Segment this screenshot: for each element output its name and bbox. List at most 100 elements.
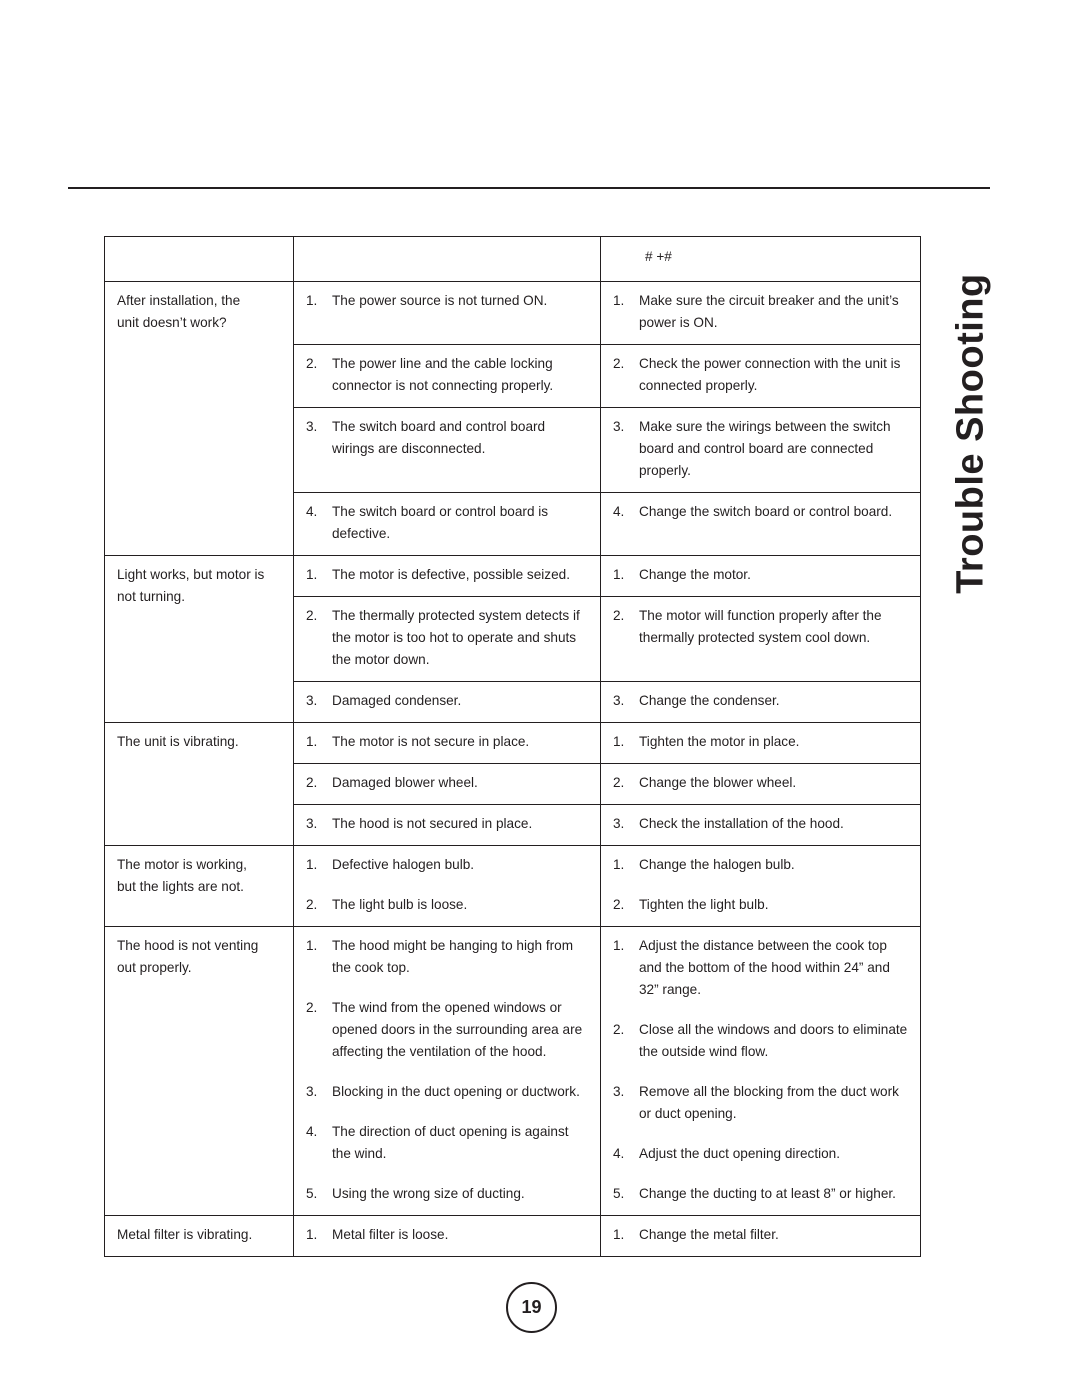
solution-text: Change the metal filter. — [639, 1227, 779, 1243]
page-number-badge: 19 — [506, 1282, 557, 1333]
numbered-item: 3. Change the condenser. — [613, 690, 910, 712]
solution-text: Change the switch board or control board… — [639, 504, 893, 520]
cause-text: The direction of duct opening is against… — [332, 1124, 569, 1162]
solution-text: Tighten the light bulb. — [639, 897, 769, 913]
cause-number: 1. — [306, 1227, 318, 1243]
numbered-item: 1. Metal filter is loose. — [306, 1224, 590, 1246]
solution-cell: 2. Check the power connection with the un… — [600, 344, 921, 409]
numbered-item: 4. Adjust the duct opening direction. — [613, 1143, 910, 1165]
cause-number: 1. — [306, 293, 318, 308]
cause-number: 4. — [306, 504, 318, 520]
table-row: The hood is not venting out properly. 1. T… — [104, 926, 921, 1217]
cause-text: Using the wrong size of ducting. — [332, 1186, 525, 1202]
solution-text: The motor will function properly after t… — [639, 608, 882, 646]
cause-cell: 4. The switch board or control board is d… — [293, 492, 601, 557]
solution-number: 1. — [613, 857, 625, 873]
problem-cell: The hood is not venting out properly. — [104, 926, 294, 1217]
solution-number: 4. — [613, 1146, 625, 1162]
numbered-item: 3. Blocking in the duct opening or ductwo… — [306, 1081, 590, 1103]
solution-text: Close all the windows and doors to elimi… — [639, 1022, 908, 1060]
solution-cell: 1. Adjust the distance between the cook t… — [600, 926, 921, 1217]
header-cell-cause — [293, 236, 601, 282]
numbered-item: 3. Make sure the wirings between the swit… — [613, 416, 910, 482]
numbered-item: 4. The direction of duct opening is again… — [306, 1121, 590, 1165]
cause-text: The hood might be hanging to high from t… — [332, 938, 574, 976]
cause-text: Defective halogen bulb. — [332, 857, 475, 873]
cause-cell: 1. The motor is defective, possible seize… — [293, 555, 601, 598]
numbered-item: 5. Using the wrong size of ducting. — [306, 1183, 590, 1205]
solution-number: 2. — [613, 1022, 625, 1038]
cause-cell: 3. The hood is not secured in place. — [293, 804, 601, 847]
solution-text: Change the ducting to at least 8” or hig… — [639, 1186, 896, 1202]
numbered-item: 1. The motor is not secure in place. — [306, 731, 590, 753]
solution-number: 1. — [613, 1227, 625, 1243]
solution-number: 1. — [613, 293, 625, 308]
cause-number: 3. — [306, 693, 318, 709]
cause-text: The switch board or control board is def… — [332, 504, 549, 542]
cause-text: The wind from the opened windows or open… — [332, 1000, 583, 1060]
solution-number: 2. — [613, 608, 625, 624]
solution-cell: 1. Make sure the circuit breaker and the … — [600, 280, 921, 346]
solution-number: 5. — [613, 1186, 625, 1202]
solution-cell: 3. Make sure the wirings between the swit… — [600, 407, 921, 494]
numbered-item: 4. The switch board or control board is d… — [306, 501, 590, 545]
solution-number: 1. — [613, 567, 625, 583]
cause-number: 4. — [306, 1124, 318, 1140]
cause-number: 1. — [306, 857, 318, 873]
cause-text: Damaged blower wheel. — [332, 775, 478, 791]
solution-number: 3. — [613, 693, 625, 709]
cause-number: 3. — [306, 1084, 318, 1100]
solution-text: Check the installation of the hood. — [639, 816, 844, 832]
header-cell-problem — [104, 236, 294, 282]
numbered-item: 2. Change the blower wheel. — [613, 772, 910, 794]
cause-number: 1. — [306, 938, 318, 954]
numbered-item: 1. The power source is not turned ON. — [306, 290, 590, 312]
cause-cell: 1. Metal filter is loose. — [293, 1215, 601, 1258]
numbered-item: 1. Change the halogen bulb. — [613, 854, 910, 876]
solution-cell: 1. Change the metal filter. — [600, 1215, 921, 1258]
solution-text: Change the blower wheel. — [639, 775, 797, 791]
solution-cell: 4. Change the switch board or control boa… — [600, 492, 921, 557]
solution-text: Adjust the distance between the cook top… — [639, 938, 890, 998]
troubleshooting-table: # +# After installation, the unit doesn’t… — [104, 236, 921, 1258]
cause-number: 2. — [306, 897, 318, 913]
problem-cell: After installation, the unit doesn’t wor… — [104, 280, 294, 557]
solution-text: Remove all the blocking from the duct wo… — [639, 1084, 899, 1122]
solution-cell: 1. Tighten the motor in place. — [600, 722, 921, 765]
cause-text: The hood is not secured in place. — [332, 816, 533, 832]
problem-cell: The motor is working, but the lights are… — [104, 845, 294, 928]
numbered-item: 3. The switch board and control board wir… — [306, 416, 590, 460]
problem-cell: Metal filter is vibrating. — [104, 1215, 294, 1258]
solution-text: Change the halogen bulb. — [639, 857, 795, 873]
solution-number: 1. — [613, 938, 625, 954]
cause-cell: 2. Damaged blower wheel. — [293, 763, 601, 806]
solution-cell: 1. Change the motor. — [600, 555, 921, 598]
solution-text: Make sure the wirings between the switch… — [639, 419, 891, 479]
cause-number: 3. — [306, 816, 318, 832]
numbered-item: 2. Check the power connection with the un… — [613, 353, 910, 397]
table-row: The motor is working, but the lights are… — [104, 845, 921, 928]
cause-text: Damaged condenser. — [332, 693, 462, 709]
numbered-item: 2. The thermally protected system detects… — [306, 605, 590, 671]
cause-text: Blocking in the duct opening or ductwork… — [332, 1084, 580, 1100]
cause-cell: 1. The power source is not turned ON. — [293, 280, 601, 346]
numbered-item: 2. Close all the windows and doors to eli… — [613, 1019, 910, 1063]
header-divider-rule — [68, 187, 990, 189]
numbered-item: 1. Change the motor. — [613, 564, 910, 586]
solution-text: Adjust the duct opening direction. — [639, 1146, 841, 1162]
problem-cell: The unit is vibrating. — [104, 722, 294, 847]
cause-number: 5. — [306, 1186, 318, 1202]
numbered-item: 4. Change the switch board or control boa… — [613, 501, 910, 523]
cause-cell: 1. The motor is not secure in place. — [293, 722, 601, 765]
cause-text: The motor is not secure in place. — [332, 734, 530, 750]
solution-cell: 3. Check the installation of the hood. — [600, 804, 921, 847]
numbered-item: 1. Defective halogen bulb. — [306, 854, 590, 876]
solution-text: Check the power connection with the unit… — [639, 356, 901, 394]
solution-number: 2. — [613, 897, 625, 913]
numbered-item: 1. Change the metal filter. — [613, 1224, 910, 1246]
numbered-item: 2. The power line and the cable locking c… — [306, 353, 590, 397]
solution-text: Change the condenser. — [639, 693, 780, 709]
numbered-item: 3. The hood is not secured in place. — [306, 813, 590, 835]
solution-cell: 1. Change the halogen bulb. 2. Tighten the … — [600, 845, 921, 928]
problem-cell: Light works, but motor is not turning. — [104, 555, 294, 724]
